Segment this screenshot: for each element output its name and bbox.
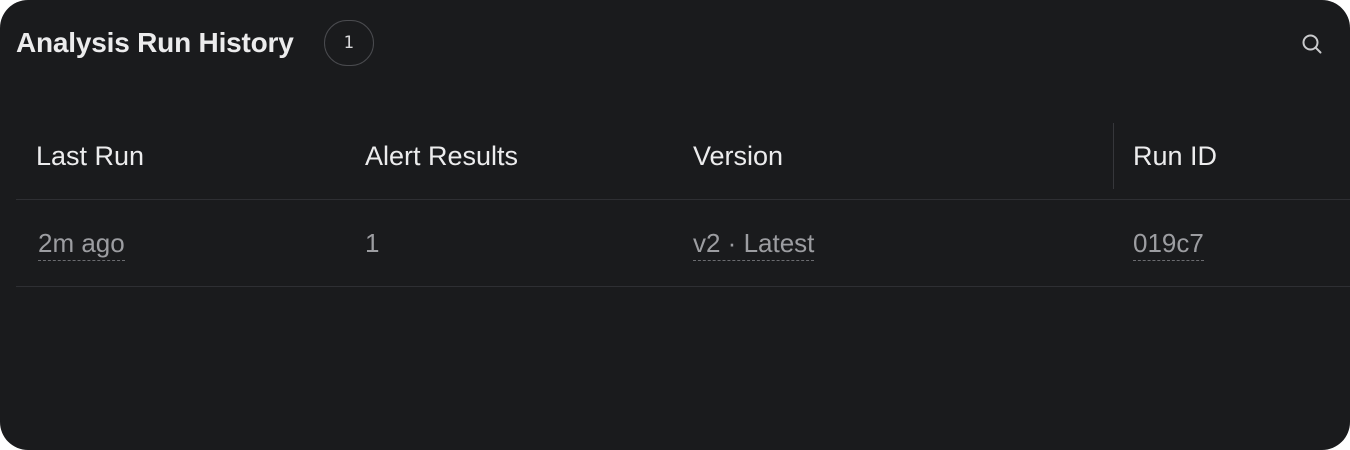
column-header-alert-results[interactable]: Alert Results: [365, 123, 518, 189]
version-cell[interactable]: v2 · Latest: [693, 226, 815, 261]
column-header-version[interactable]: Version: [693, 123, 783, 189]
alert-results-cell: 1: [365, 228, 380, 258]
column-resize-handle[interactable]: [1113, 123, 1114, 189]
panel-header: Analysis Run History 1: [16, 18, 374, 68]
column-header-run-id[interactable]: Run ID: [1133, 123, 1217, 189]
panel-title: Analysis Run History: [16, 27, 294, 58]
search-icon: [1302, 34, 1322, 54]
search-button[interactable]: [1298, 30, 1326, 58]
run-id-cell[interactable]: 019c7: [1133, 226, 1204, 261]
last-run-cell[interactable]: 2m ago: [38, 226, 125, 261]
run-count-badge: 1: [323, 20, 374, 66]
column-header-last-run[interactable]: Last Run: [36, 123, 144, 189]
analysis-run-history-panel: Analysis Run History 1 Last Run Alert Re…: [0, 0, 1350, 450]
run-history-table: Last Run Alert Results Version Run ID 2m…: [16, 123, 1350, 287]
table-row[interactable]: 2m ago 1 v2 · Latest 019c7: [16, 200, 1350, 287]
table-header-row: Last Run Alert Results Version Run ID: [16, 123, 1350, 200]
